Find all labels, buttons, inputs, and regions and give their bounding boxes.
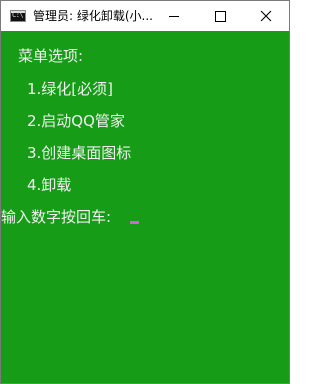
menu-option-uninstall: 4.卸载 xyxy=(27,176,72,194)
menu-option-create-desktop-icon: 3.创建桌面图标 xyxy=(27,144,132,162)
console-app-icon[interactable]: C:\ xyxy=(10,10,26,22)
maximize-button[interactable] xyxy=(197,1,243,31)
maximize-icon xyxy=(215,11,226,22)
text-cursor[interactable] xyxy=(130,221,139,224)
minimize-button[interactable] xyxy=(151,1,197,31)
minimize-icon xyxy=(169,16,179,17)
app-icon-label: C:\ xyxy=(12,11,24,19)
console-window: C:\ 管理员: 绿化卸载(小... 菜单选项: 1.绿化[必须] 2.启动QQ… xyxy=(0,0,290,384)
menu-option-green: 1.绿化[必须] xyxy=(27,80,114,98)
title-bar[interactable]: C:\ 管理员: 绿化卸载(小... xyxy=(1,1,289,31)
close-button[interactable] xyxy=(243,1,289,31)
console-output-area[interactable]: 菜单选项: 1.绿化[必须] 2.启动QQ管家 3.创建桌面图标 4.卸载 输入… xyxy=(1,31,289,383)
menu-option-start-qq-manager: 2.启动QQ管家 xyxy=(27,112,125,130)
input-prompt: 输入数字按回车: xyxy=(1,208,112,226)
menu-header: 菜单选项: xyxy=(18,47,84,65)
close-icon xyxy=(260,10,272,22)
